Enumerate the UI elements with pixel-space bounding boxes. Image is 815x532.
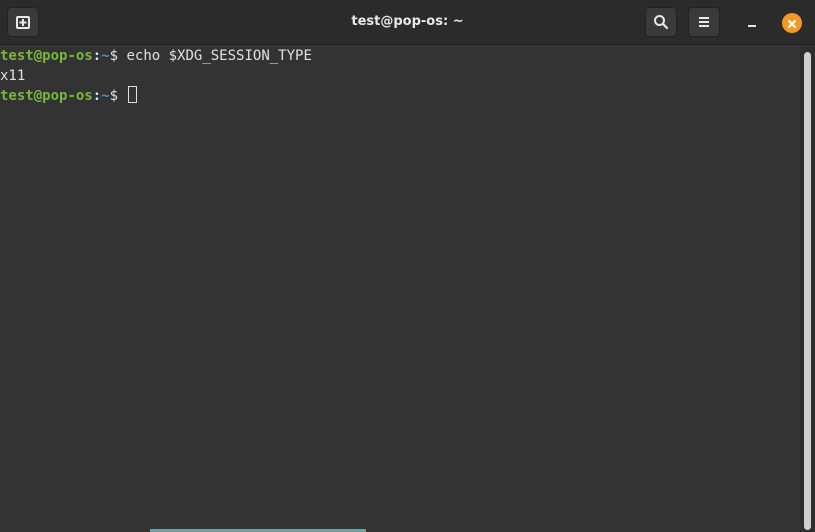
hamburger-menu-icon <box>697 15 711 29</box>
menu-button[interactable] <box>688 7 720 37</box>
header-bar: test@pop-os: ~ <box>0 0 815 45</box>
close-icon <box>787 14 797 33</box>
prompt-dollar: $ <box>109 88 119 104</box>
prompt-user-host: test@pop-os <box>0 88 93 104</box>
terminal-window: test@pop-os: ~ test@pop-os:~$ echo $XDG_… <box>0 0 815 532</box>
terminal-line-output: x11 <box>0 66 800 86</box>
prompt-colon: : <box>92 88 102 104</box>
output-text: x11 <box>0 68 26 84</box>
prompt-path: ~ <box>101 48 110 64</box>
prompt-colon: : <box>92 48 102 64</box>
minimize-button[interactable] <box>739 9 765 35</box>
vertical-scrollbar[interactable] <box>800 46 815 532</box>
prompt-path: ~ <box>101 88 110 104</box>
search-icon <box>653 14 669 30</box>
command-text: echo $XDG_SESSION_TYPE <box>118 48 312 64</box>
search-button[interactable] <box>645 7 677 37</box>
command-input[interactable] <box>118 88 126 104</box>
minimize-icon <box>746 13 758 32</box>
text-cursor <box>128 86 138 103</box>
terminal-line-command: test@pop-os:~$ echo $XDG_SESSION_TYPE <box>0 46 800 66</box>
terminal-output[interactable]: test@pop-os:~$ echo $XDG_SESSION_TYPE x1… <box>0 46 800 532</box>
scrollbar-thumb[interactable] <box>804 52 811 530</box>
prompt-user-host: test@pop-os <box>0 48 93 64</box>
prompt-dollar: $ <box>109 48 119 64</box>
close-button[interactable] <box>782 13 802 33</box>
terminal-line-prompt: test@pop-os:~$ <box>0 86 800 106</box>
